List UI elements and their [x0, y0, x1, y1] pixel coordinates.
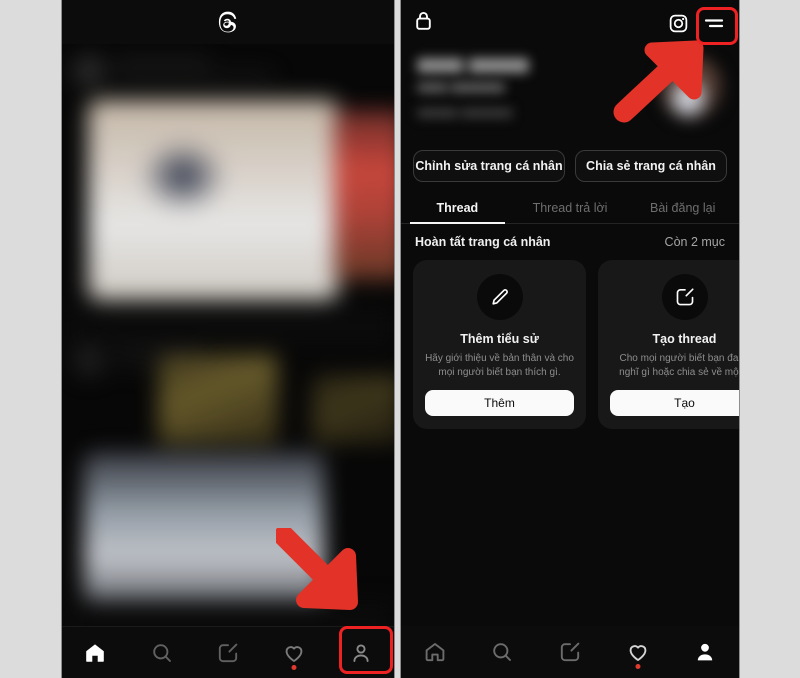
- left-phone-panel: [61, 0, 395, 678]
- complete-profile-cards: Thêm tiểu sử Hãy giới thiệu về bản thân …: [413, 260, 740, 429]
- complete-profile-count: Còn 2 mục: [664, 235, 725, 249]
- share-profile-button[interactable]: Chia sẻ trang cá nhân: [575, 150, 727, 182]
- nav-item-search[interactable]: [479, 632, 525, 672]
- tab-thread-replies[interactable]: Thread trả lời: [514, 192, 627, 223]
- nav-item-home[interactable]: [72, 633, 118, 673]
- nav-item-compose[interactable]: [547, 632, 593, 672]
- screenshot-stage: Chỉnh sửa trang cá nhân Chia sẻ trang cá…: [0, 0, 800, 678]
- create-thread-button[interactable]: Tạo: [610, 390, 739, 416]
- profile-action-buttons: Chỉnh sửa trang cá nhân Chia sẻ trang cá…: [401, 150, 739, 182]
- search-icon: [493, 643, 512, 661]
- heart-icon: [629, 645, 646, 661]
- card-add-bio[interactable]: Thêm tiểu sử Hãy giới thiệu về bản thân …: [413, 260, 586, 429]
- tab-reposts[interactable]: Bài đăng lại: [626, 192, 739, 223]
- card-title: Thêm tiểu sử: [460, 332, 539, 346]
- card-title: Tạo thread: [652, 332, 717, 346]
- activity-badge-dot: [635, 664, 641, 669]
- blurred-feed-imagery: [62, 44, 394, 626]
- pencil-icon-wrap: [476, 274, 523, 320]
- search-icon: [152, 643, 171, 662]
- home-icon: [86, 643, 104, 662]
- profile-tabs: Thread Thread trả lời Bài đăng lại: [401, 192, 739, 224]
- threads-logo-icon: [218, 11, 237, 33]
- edit-profile-button[interactable]: Chỉnh sửa trang cá nhân: [413, 150, 565, 182]
- right-topbar: [401, 0, 739, 46]
- lock-icon[interactable]: [415, 11, 432, 35]
- complete-profile-section-header: Hoàn tất trang cá nhân Còn 2 mục: [401, 228, 739, 256]
- complete-profile-title: Hoàn tất trang cá nhân: [415, 235, 551, 249]
- compose-icon: [676, 288, 694, 306]
- compose-icon-wrap: [661, 274, 708, 320]
- nav-item-search[interactable]: [139, 633, 185, 673]
- nav-item-compose[interactable]: [205, 633, 251, 673]
- left-feed-blurred: [62, 44, 394, 626]
- card-description: Cho mọi người biết bạn đang nghĩ gì hoặc…: [619, 353, 740, 378]
- left-topbar: [62, 0, 394, 44]
- profile-header: [401, 46, 739, 146]
- profile-bio-blurred: [417, 108, 513, 118]
- tab-thread[interactable]: Thread: [401, 192, 514, 224]
- nav-item-home[interactable]: [412, 632, 458, 672]
- right-phone-panel: Chỉnh sửa trang cá nhân Chia sẻ trang cá…: [400, 0, 740, 678]
- profile-display-name-blurred: [417, 58, 529, 73]
- compose-icon: [218, 643, 238, 662]
- instagram-icon[interactable]: [663, 8, 693, 38]
- add-bio-button[interactable]: Thêm: [425, 390, 574, 416]
- profile-username-blurred: [417, 82, 505, 93]
- home-icon: [425, 643, 445, 662]
- nav-item-activity[interactable]: [615, 632, 661, 672]
- highlight-box-hamburger-menu: [696, 7, 738, 45]
- avatar[interactable]: [657, 54, 725, 122]
- card-create-thread[interactable]: Tạo thread Cho mọi người biết bạn đang n…: [598, 260, 740, 429]
- activity-badge-dot: [291, 664, 297, 670]
- right-bottom-nav[interactable]: [401, 626, 739, 678]
- heart-icon: [286, 645, 303, 662]
- pencil-icon: [491, 289, 508, 305]
- highlight-box-profile-nav: [339, 626, 393, 674]
- nav-item-activity[interactable]: [271, 633, 317, 673]
- card-description: Hãy giới thiệu về bản thân và cho mọi ng…: [425, 353, 574, 378]
- compose-icon: [560, 642, 580, 662]
- profile-icon: [697, 643, 713, 661]
- nav-item-profile[interactable]: [682, 632, 728, 672]
